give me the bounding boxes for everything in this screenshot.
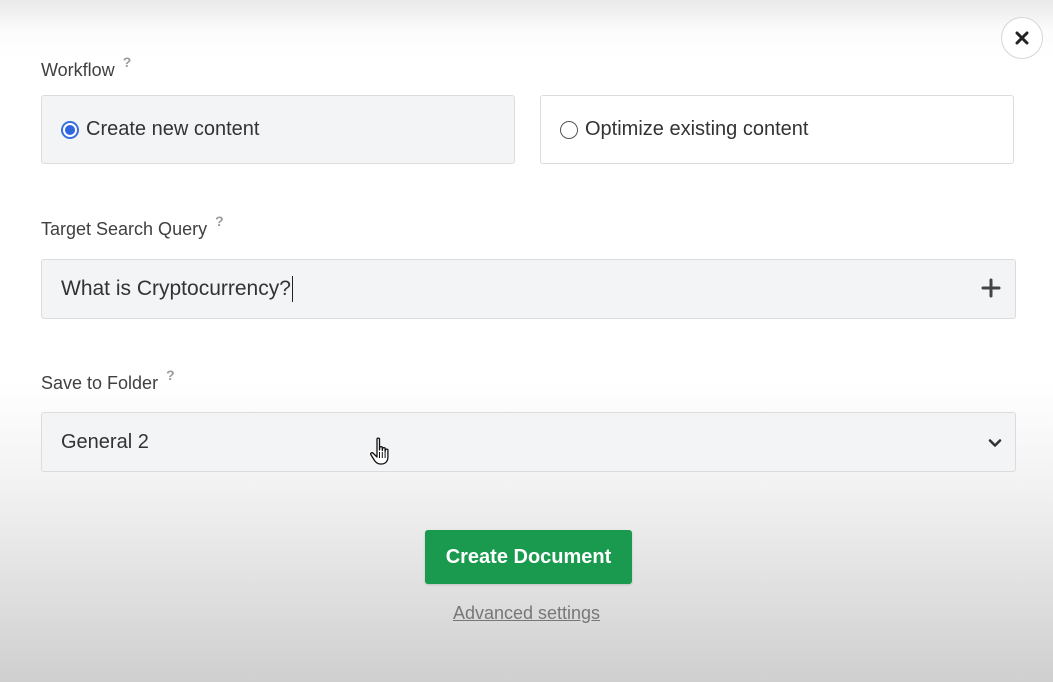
advanced-settings-link[interactable]: Advanced settings [453, 603, 600, 623]
plus-icon[interactable] [979, 276, 1003, 300]
radio-selected-icon[interactable] [61, 120, 79, 139]
query-label: Target Search Query? [41, 213, 224, 239]
workflow-option-create-label: Create new content [86, 118, 260, 140]
folder-help-icon[interactable]: ? [166, 367, 175, 383]
search-query-input[interactable]: What is Cryptocurrency? [41, 259, 1016, 319]
search-query-value: What is Cryptocurrency? [61, 277, 291, 300]
workflow-option-optimize[interactable]: Optimize existing content [540, 95, 1014, 164]
close-button[interactable] [1001, 17, 1043, 59]
advanced-settings-row: Advanced settings [0, 603, 1053, 624]
workflow-option-optimize-label: Optimize existing content [585, 118, 809, 140]
workflow-help-icon[interactable]: ? [123, 54, 132, 70]
folder-label: Save to Folder? [41, 367, 175, 393]
workflow-label: Workflow? [41, 54, 132, 80]
folder-select[interactable]: General 2 [41, 412, 1016, 472]
text-caret [291, 276, 293, 302]
create-document-button[interactable]: Create Document [425, 530, 632, 584]
chevron-down-icon[interactable] [987, 435, 1003, 451]
hand-pointer-icon [370, 437, 389, 465]
close-icon [1015, 31, 1029, 45]
radio-unselected-icon[interactable] [560, 120, 578, 139]
folder-select-value: General 2 [61, 430, 149, 453]
query-help-icon[interactable]: ? [215, 213, 224, 229]
workflow-option-create[interactable]: Create new content [41, 95, 515, 164]
